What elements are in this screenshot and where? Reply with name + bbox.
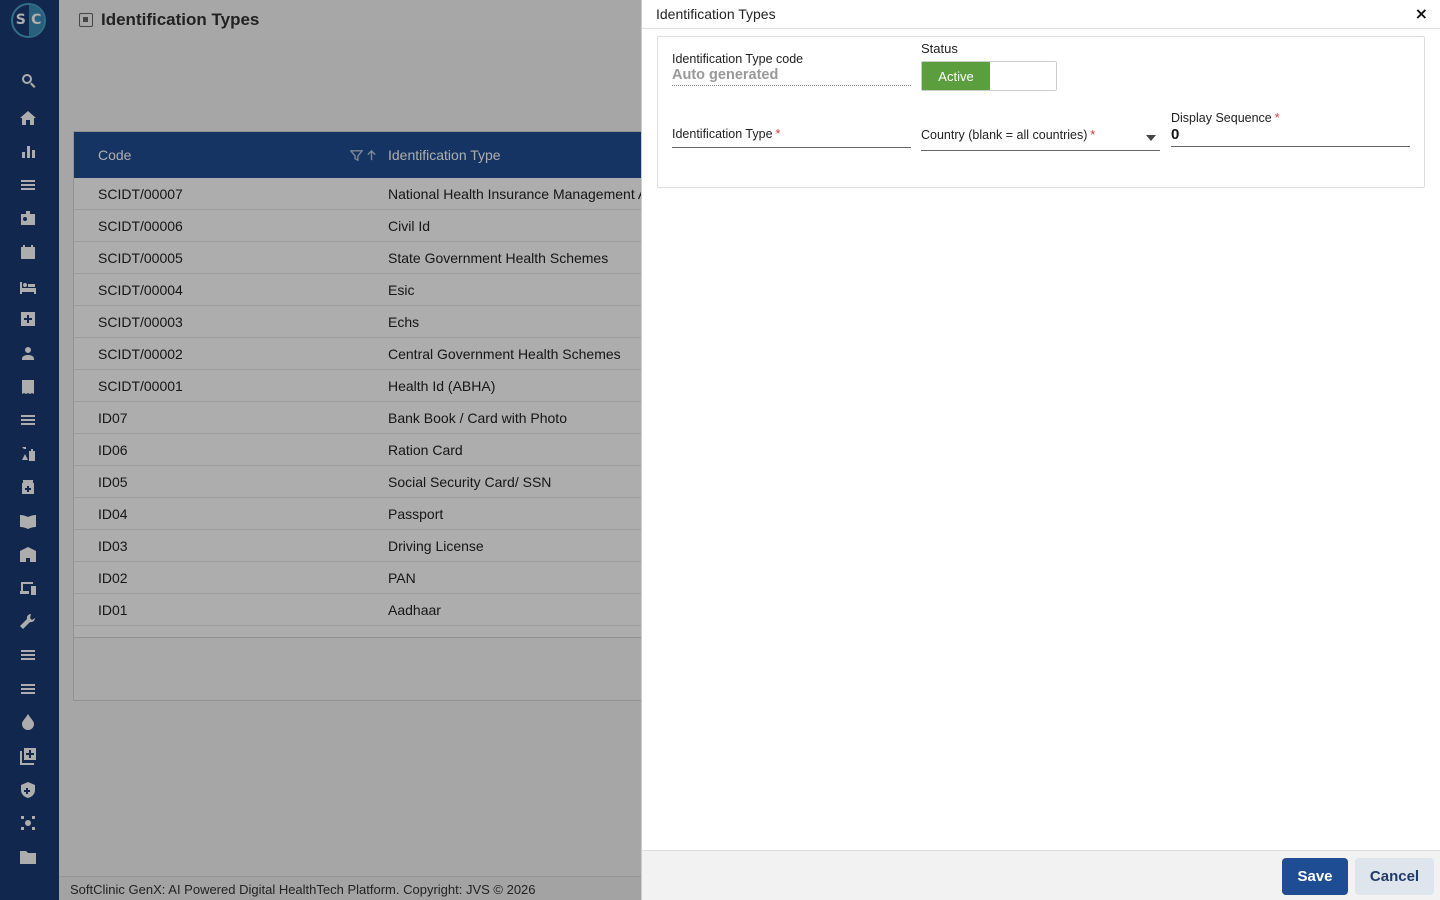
country-select[interactable]: [921, 150, 1160, 151]
close-icon[interactable]: ×: [1415, 4, 1428, 23]
country-label-text: Country (blank = all countries): [921, 128, 1088, 142]
display-sequence-input[interactable]: 0: [1171, 126, 1179, 143]
identification-type-drawer: Identification Types × Identification Ty…: [641, 0, 1440, 900]
identification-type-label-text: Identification Type: [672, 127, 773, 141]
display-sequence-label-text: Display Sequence: [1171, 111, 1272, 125]
status-label: Status: [921, 41, 958, 56]
cancel-button[interactable]: Cancel: [1355, 858, 1434, 895]
drawer-header: Identification Types ×: [642, 0, 1440, 29]
identification-type-label: Identification Type *: [672, 127, 780, 141]
country-label: Country (blank = all countries) *: [921, 128, 1095, 142]
save-button[interactable]: Save: [1282, 858, 1348, 895]
required-mark: *: [1090, 128, 1096, 142]
form-panel: Identification Type code Auto generated …: [657, 36, 1425, 188]
status-active-option[interactable]: Active: [922, 62, 990, 90]
status-toggle[interactable]: Active: [921, 61, 1057, 91]
display-sequence-underline: [1171, 146, 1410, 147]
code-label: Identification Type code: [672, 52, 804, 66]
chevron-down-icon[interactable]: [1146, 135, 1156, 141]
drawer-title: Identification Types: [656, 6, 776, 22]
drawer-footer: Save Cancel: [642, 850, 1440, 900]
code-field: Auto generated: [672, 67, 911, 86]
display-sequence-label: Display Sequence *: [1171, 111, 1280, 125]
required-mark: *: [775, 127, 781, 141]
required-mark: *: [1274, 111, 1280, 125]
identification-type-input[interactable]: [672, 147, 911, 148]
modal-backdrop[interactable]: [0, 0, 641, 900]
